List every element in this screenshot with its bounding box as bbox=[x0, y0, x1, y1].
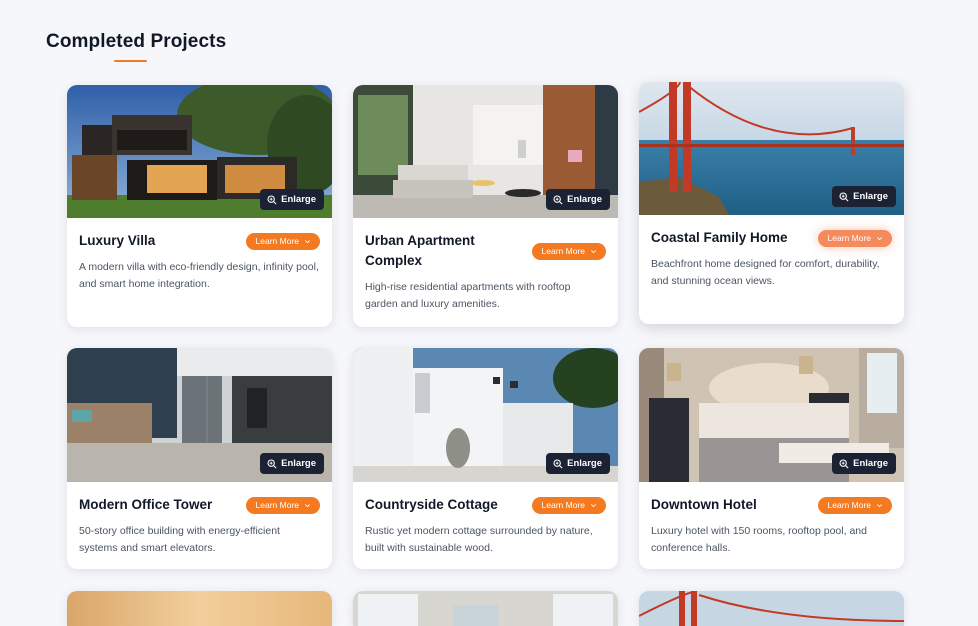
zoom-in-icon bbox=[553, 458, 563, 469]
enlarge-label: Enlarge bbox=[567, 458, 602, 469]
project-title: Downtown Hotel bbox=[651, 497, 757, 512]
section-title: Completed Projects bbox=[46, 31, 227, 52]
project-description: High-rise residential apartments with ro… bbox=[365, 281, 571, 310]
enlarge-button[interactable]: Enlarge bbox=[546, 189, 610, 210]
project-card-modern-office-tower: Enlarge Modern Office Tower Learn More 5… bbox=[67, 348, 332, 569]
enlarge-button[interactable]: Enlarge bbox=[260, 453, 324, 474]
project-image[interactable]: Enlarge bbox=[639, 82, 904, 215]
sunset-building-photo bbox=[67, 591, 332, 626]
learn-more-label: Learn More bbox=[255, 500, 299, 510]
learn-more-label: Learn More bbox=[827, 500, 871, 510]
learn-more-label: Learn More bbox=[255, 236, 299, 246]
project-image[interactable]: Enlarge bbox=[67, 348, 332, 482]
learn-more-button[interactable]: Learn More bbox=[817, 229, 892, 247]
chevron-down-icon bbox=[305, 239, 310, 243]
chevron-down-icon bbox=[591, 503, 596, 507]
project-title: Coastal Family Home bbox=[651, 230, 788, 245]
project-card-partial bbox=[639, 591, 904, 626]
title-underline bbox=[114, 60, 147, 62]
project-description: Luxury hotel with 150 rooms, rooftop poo… bbox=[651, 525, 867, 554]
learn-more-label: Learn More bbox=[541, 500, 585, 510]
enlarge-button[interactable]: Enlarge bbox=[546, 453, 610, 474]
project-description: A modern villa with eco-friendly design,… bbox=[79, 261, 319, 290]
project-card-urban-apartment-complex: Enlarge Urban Apartment Complex Learn Mo… bbox=[353, 85, 618, 327]
project-description: Rustic yet modern cottage surrounded by … bbox=[365, 525, 593, 554]
project-description: Beachfront home designed for comfort, du… bbox=[651, 258, 880, 287]
project-card-coastal-family-home: Enlarge Coastal Family Home Learn More B… bbox=[639, 82, 904, 324]
project-card-countryside-cottage: Enlarge Countryside Cottage Learn More R… bbox=[353, 348, 618, 569]
chevron-down-icon bbox=[305, 503, 310, 507]
project-card-downtown-hotel: Enlarge Downtown Hotel Learn More Luxury… bbox=[639, 348, 904, 569]
project-title: Luxury Villa bbox=[79, 233, 156, 248]
enlarge-label: Enlarge bbox=[853, 458, 888, 469]
project-image[interactable]: Enlarge bbox=[639, 348, 904, 482]
enlarge-button[interactable]: Enlarge bbox=[832, 186, 896, 207]
learn-more-label: Learn More bbox=[541, 246, 585, 256]
project-card-partial bbox=[353, 591, 618, 626]
learn-more-button[interactable]: Learn More bbox=[245, 496, 320, 514]
zoom-in-icon bbox=[839, 458, 849, 469]
zoom-in-icon bbox=[839, 191, 849, 202]
learn-more-button[interactable]: Learn More bbox=[245, 232, 320, 250]
chevron-down-icon bbox=[877, 503, 882, 507]
enlarge-label: Enlarge bbox=[281, 194, 316, 205]
enlarge-label: Enlarge bbox=[853, 191, 888, 202]
project-image[interactable]: Enlarge bbox=[353, 85, 618, 218]
enlarge-button[interactable]: Enlarge bbox=[260, 189, 324, 210]
zoom-in-icon bbox=[267, 458, 277, 469]
project-image[interactable]: Enlarge bbox=[67, 85, 332, 218]
golden-gate-bridge-photo bbox=[639, 591, 904, 626]
project-title: Countryside Cottage bbox=[365, 497, 498, 512]
project-title: Modern Office Tower bbox=[79, 497, 213, 512]
project-card-luxury-villa: Enlarge Luxury Villa Learn More A modern… bbox=[67, 85, 332, 327]
project-card-partial bbox=[67, 591, 332, 626]
living-room-photo bbox=[353, 591, 618, 626]
project-description: 50-story office building with energy-eff… bbox=[79, 525, 280, 554]
learn-more-button[interactable]: Learn More bbox=[817, 496, 892, 514]
learn-more-button[interactable]: Learn More bbox=[531, 496, 606, 514]
chevron-down-icon bbox=[877, 236, 882, 240]
project-image[interactable]: Enlarge bbox=[353, 348, 618, 482]
enlarge-button[interactable]: Enlarge bbox=[832, 453, 896, 474]
enlarge-label: Enlarge bbox=[567, 194, 602, 205]
chevron-down-icon bbox=[591, 249, 596, 253]
zoom-in-icon bbox=[267, 194, 277, 205]
enlarge-label: Enlarge bbox=[281, 458, 316, 469]
project-title: Urban Apartment Complex bbox=[365, 233, 475, 268]
zoom-in-icon bbox=[553, 194, 563, 205]
learn-more-button[interactable]: Learn More bbox=[531, 242, 606, 260]
learn-more-label: Learn More bbox=[827, 233, 871, 243]
